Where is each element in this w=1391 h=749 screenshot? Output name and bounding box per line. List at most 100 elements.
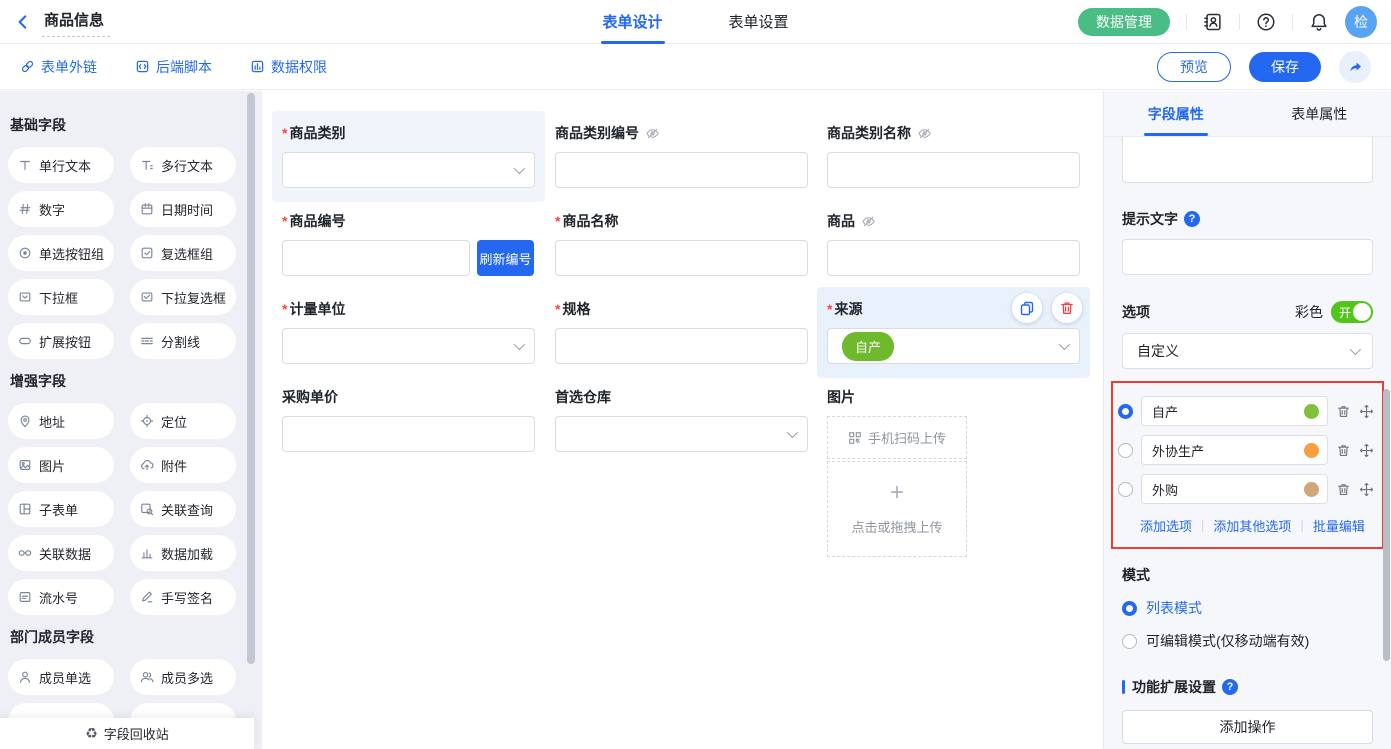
address-book-icon[interactable]: [1203, 12, 1223, 32]
field-category-code[interactable]: 商品类别编号: [545, 111, 818, 202]
option-radio[interactable]: [1118, 443, 1133, 458]
mode-editable[interactable]: 可编辑模式(仅移动端有效): [1122, 631, 1373, 651]
copy-field-icon[interactable]: [1012, 293, 1042, 323]
option-color-dot[interactable]: [1304, 404, 1319, 419]
sidebar-item-multi-line-text[interactable]: 多行文本: [130, 147, 236, 183]
move-icon[interactable]: [1359, 482, 1374, 497]
field-title-input-partial[interactable]: [1122, 137, 1373, 183]
option-type-select[interactable]: 自定义: [1122, 333, 1373, 369]
mode-list[interactable]: 列表模式: [1122, 598, 1373, 618]
field-label: 来源: [834, 299, 862, 319]
sidebar-item-attachment[interactable]: 附件: [130, 447, 236, 483]
field-product-category[interactable]: *商品类别: [272, 111, 545, 202]
mode-radio[interactable]: [1122, 634, 1137, 649]
field-recycle-bin[interactable]: ♻ 字段回收站: [0, 718, 254, 749]
product-input[interactable]: [827, 240, 1080, 276]
sidebar-item-checkbox-group[interactable]: 复选框组: [130, 235, 236, 271]
preview-button[interactable]: 预览: [1157, 52, 1231, 82]
sidebar-item-dropdown-multi[interactable]: 下拉复选框: [130, 279, 236, 315]
sidebar-item-signature[interactable]: 手写签名: [130, 579, 236, 615]
sidebar-item-member-single[interactable]: 成员单选: [8, 659, 114, 695]
product-name-input[interactable]: [555, 240, 808, 276]
field-product[interactable]: 商品: [817, 199, 1090, 290]
option-radio[interactable]: [1118, 482, 1133, 497]
unit-select[interactable]: [282, 328, 535, 364]
tab-form-design[interactable]: 表单设计: [602, 0, 662, 44]
batch-edit-link[interactable]: 批量编辑: [1313, 516, 1365, 535]
back-icon[interactable]: [14, 13, 32, 31]
sidebar-item-member-multi[interactable]: 成员多选: [130, 659, 236, 695]
tab-field-properties[interactable]: 字段属性: [1104, 91, 1248, 136]
sidebar-scrollbar[interactable]: [247, 93, 255, 664]
add-action-button[interactable]: 添加操作: [1122, 710, 1373, 744]
sidebar-item-linked-data[interactable]: 关联数据: [8, 535, 114, 571]
product-code-input[interactable]: [282, 240, 470, 276]
notification-bell-icon[interactable]: [1309, 12, 1329, 32]
sidebar-item-data-load[interactable]: 数据加载: [130, 535, 236, 571]
tab-form-settings[interactable]: 表单设置: [729, 0, 789, 44]
field-unit[interactable]: *计量单位: [272, 287, 545, 378]
option-color-dot[interactable]: [1304, 482, 1319, 497]
sidebar-item-single-line-text[interactable]: 单行文本: [8, 147, 114, 183]
category-name-input[interactable]: [827, 152, 1080, 188]
price-input[interactable]: [282, 416, 535, 452]
add-other-option-link[interactable]: 添加其他选项: [1213, 516, 1291, 535]
field-warehouse[interactable]: 首选仓库: [545, 375, 818, 466]
sidebar-item-dropdown[interactable]: 下拉框: [8, 279, 114, 315]
category-code-input[interactable]: [555, 152, 808, 188]
color-toggle[interactable]: 开: [1331, 301, 1373, 323]
delete-field-icon[interactable]: [1052, 293, 1082, 323]
help-icon[interactable]: [1256, 12, 1276, 32]
share-icon[interactable]: [1339, 51, 1371, 83]
field-category-name[interactable]: 商品类别名称: [817, 111, 1090, 202]
trash-icon[interactable]: [1336, 404, 1351, 419]
panel-scrollbar[interactable]: [1383, 389, 1390, 661]
move-icon[interactable]: [1359, 404, 1374, 419]
form-title[interactable]: 商品信息: [42, 7, 110, 37]
help-circle-icon[interactable]: ?: [1184, 211, 1200, 227]
data-manage-button[interactable]: 数据管理: [1078, 8, 1170, 36]
save-button[interactable]: 保存: [1249, 52, 1321, 82]
move-icon[interactable]: [1359, 443, 1374, 458]
field-product-name[interactable]: *商品名称: [545, 199, 818, 290]
option-radio-selected[interactable]: [1118, 404, 1133, 419]
trash-icon[interactable]: [1336, 482, 1351, 497]
scan-upload-button[interactable]: 手机扫码上传: [827, 416, 967, 459]
sidebar-item-divider-line[interactable]: 分割线: [130, 323, 236, 359]
backend-script-link[interactable]: 后端脚本: [135, 57, 212, 77]
sidebar-item-number[interactable]: 数字: [8, 191, 114, 227]
sidebar-item-serial-number[interactable]: 流水号: [8, 579, 114, 615]
option-input[interactable]: 外协生产: [1141, 435, 1328, 465]
drop-upload-area[interactable]: + 点击或拖拽上传: [827, 461, 967, 557]
hint-text-input[interactable]: [1122, 239, 1373, 275]
spec-input[interactable]: [555, 328, 808, 364]
field-product-code[interactable]: *商品编号 刷新编号: [272, 199, 545, 290]
user-avatar[interactable]: 检: [1345, 6, 1377, 38]
field-purchase-price[interactable]: 采购单价: [272, 375, 545, 466]
refresh-code-button[interactable]: 刷新编号: [477, 240, 534, 276]
sidebar-item-extend-button[interactable]: 扩展按钮: [8, 323, 114, 359]
form-external-link[interactable]: 表单外链: [20, 57, 97, 77]
sidebar-item-location[interactable]: 定位: [130, 403, 236, 439]
field-source-selected[interactable]: *来源 自产: [817, 287, 1090, 378]
option-color-dot[interactable]: [1304, 443, 1319, 458]
tab-form-properties[interactable]: 表单属性: [1248, 91, 1391, 136]
trash-icon[interactable]: [1336, 443, 1351, 458]
add-option-link[interactable]: 添加选项: [1140, 516, 1192, 535]
source-select[interactable]: 自产: [827, 328, 1080, 364]
mode-radio-selected[interactable]: [1122, 601, 1137, 616]
option-input[interactable]: 自产: [1141, 396, 1328, 426]
sidebar-item-image[interactable]: 图片: [8, 447, 114, 483]
sidebar-item-radio-group[interactable]: 单选按钮组: [8, 235, 114, 271]
category-select[interactable]: [282, 152, 535, 188]
sidebar-item-address[interactable]: 地址: [8, 403, 114, 439]
sidebar-item-linked-query[interactable]: 关联查询: [130, 491, 236, 527]
data-permission-link[interactable]: 数据权限: [250, 57, 327, 77]
help-circle-icon[interactable]: ?: [1222, 679, 1238, 695]
field-spec[interactable]: *规格: [545, 287, 818, 378]
sidebar-item-subform[interactable]: 子表单: [8, 491, 114, 527]
option-input[interactable]: 外购: [1141, 474, 1328, 504]
warehouse-select[interactable]: [555, 416, 808, 452]
field-image-upload[interactable]: 图片 手机扫码上传 + 点击或拖拽上传: [817, 375, 1090, 571]
sidebar-item-datetime[interactable]: 日期时间: [130, 191, 236, 227]
